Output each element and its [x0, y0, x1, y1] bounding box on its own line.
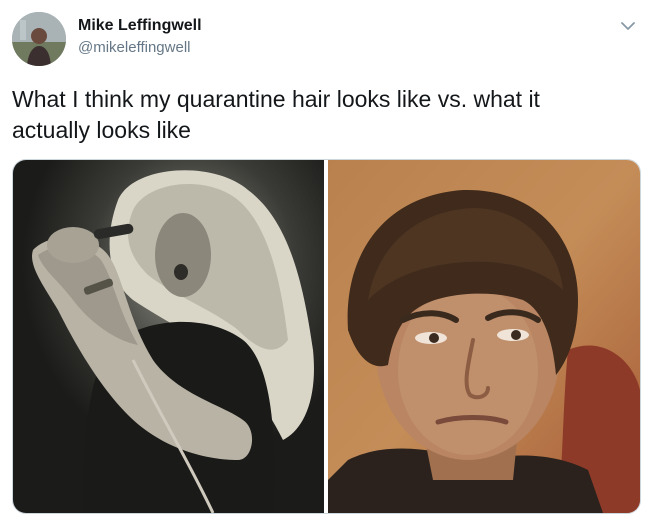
tweet-card: Mike Leffingwell @mikeleffingwell What I…	[0, 0, 650, 522]
tweet-media[interactable]	[12, 159, 641, 514]
media-photo-left[interactable]	[13, 160, 324, 513]
avatar[interactable]	[12, 12, 66, 66]
tweet-text: What I think my quarantine hair looks li…	[12, 86, 540, 143]
chevron-down-icon[interactable]	[618, 16, 638, 36]
avatar-image	[12, 12, 66, 66]
media-photo-right[interactable]	[328, 160, 640, 513]
author-name[interactable]: Mike Leffingwell	[78, 16, 202, 36]
author-handle[interactable]: @mikeleffingwell	[78, 38, 191, 58]
